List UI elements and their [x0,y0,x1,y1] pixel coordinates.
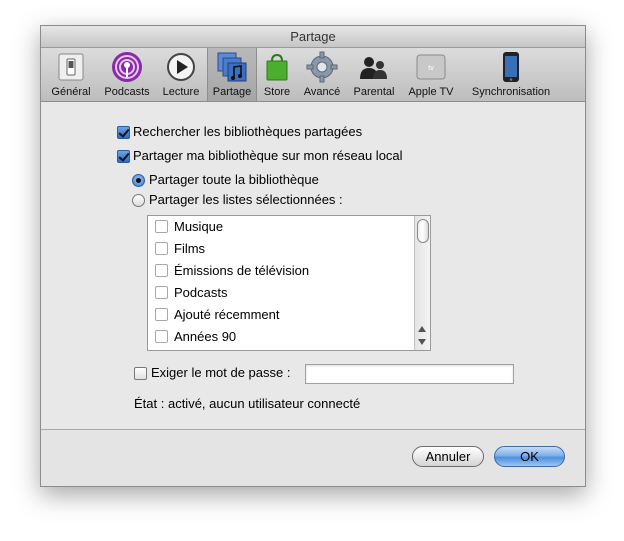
tab-synchronisation[interactable]: Synchronisation [463,48,559,101]
playlist-checkbox[interactable] [155,286,168,299]
tab-podcasts-label: Podcasts [104,86,150,98]
list-scrollbar[interactable] [414,216,430,350]
sharing-panel: Rechercher les bibliothèques partagées P… [41,102,585,454]
tab-parental-label: Parental [353,86,395,98]
tab-partage[interactable]: Partage [207,48,257,101]
playlist-label: Podcasts [174,285,228,300]
cancel-button[interactable]: Annuler [412,446,484,467]
tab-lecture[interactable]: Lecture [157,48,205,101]
playlist-label: Émissions de télévision [174,263,310,278]
window-title: Partage [41,26,585,48]
list-item[interactable]: Musique [148,216,414,238]
playlist-label: Films [174,241,206,256]
tab-parental[interactable]: Parental [349,48,399,101]
tab-lecture-label: Lecture [162,86,200,98]
list-item[interactable]: Années 90 [148,326,414,348]
require-password-checkbox[interactable] [134,367,147,380]
dialog-footer: Annuler OK [41,429,585,486]
scroll-up-arrow-icon[interactable] [418,326,426,332]
gear-icon [306,51,338,83]
share-selected-radio[interactable] [132,194,145,207]
iphone-icon [503,52,519,82]
share-selected-label: Partager les listes sélectionnées : [149,192,343,207]
list-item[interactable]: Podcasts [148,282,414,304]
playlist-checkbox[interactable] [155,220,168,233]
share-library-label: Partager ma bibliothèque sur mon réseau … [133,148,403,163]
preferences-window: Partage Général Podcasts Lecture Partage… [40,25,586,487]
list-item[interactable]: Films [148,238,414,260]
password-field[interactable] [305,364,514,384]
apple-tv-icon: tv [416,54,446,80]
playlist-list[interactable]: Musique Films Émissions de télévision Po… [147,215,431,351]
podcast-icon [112,52,142,82]
parental-icon [360,57,387,79]
tab-store-label: Store [263,86,291,98]
share-all-radio[interactable] [132,174,145,187]
share-all-label: Partager toute la bibliothèque [149,172,319,187]
tab-avance[interactable]: Avancé [297,48,347,101]
tab-apple-tv-label: Apple TV [408,86,454,98]
playlist-checkbox[interactable] [155,264,168,277]
play-icon [167,53,195,81]
playlist-checkbox[interactable] [155,308,168,321]
tab-synchronisation-label: Synchronisation [471,86,551,98]
ok-button[interactable]: OK [494,446,565,467]
require-password-label: Exiger le mot de passe : [151,365,291,380]
playlist-label: Ajouté récemment [174,307,280,322]
tab-apple-tv[interactable]: tv Apple TV [403,48,459,101]
tab-avance-label: Avancé [303,86,341,98]
list-item[interactable]: Ajouté récemment [148,304,414,326]
sharing-icon [217,52,247,82]
switch-icon [58,53,84,81]
playlist-checkbox[interactable] [155,330,168,343]
tab-partage-label: Partage [212,86,252,98]
list-item[interactable]: Émissions de télévision [148,260,414,282]
scroll-down-arrow-icon[interactable] [418,339,426,345]
tab-podcasts[interactable]: Podcasts [99,48,155,101]
share-library-checkbox[interactable] [117,150,130,163]
status-text: État : activé, aucun utilisateur connect… [134,396,361,411]
search-shared-checkbox[interactable] [117,126,130,139]
search-shared-label: Rechercher les bibliothèques partagées [133,124,363,139]
tab-general-label: Général [51,86,91,98]
svg-text:tv: tv [428,65,434,72]
playlist-checkbox[interactable] [155,242,168,255]
scroll-thumb[interactable] [417,219,429,243]
playlist-label: Musique [174,219,224,234]
playlist-label: Années 90 [174,329,237,344]
preferences-toolbar: Général Podcasts Lecture Partage Store A… [41,48,585,102]
shopping-bag-icon [266,53,288,81]
tab-general[interactable]: Général [45,48,97,101]
tab-store[interactable]: Store [259,48,295,101]
